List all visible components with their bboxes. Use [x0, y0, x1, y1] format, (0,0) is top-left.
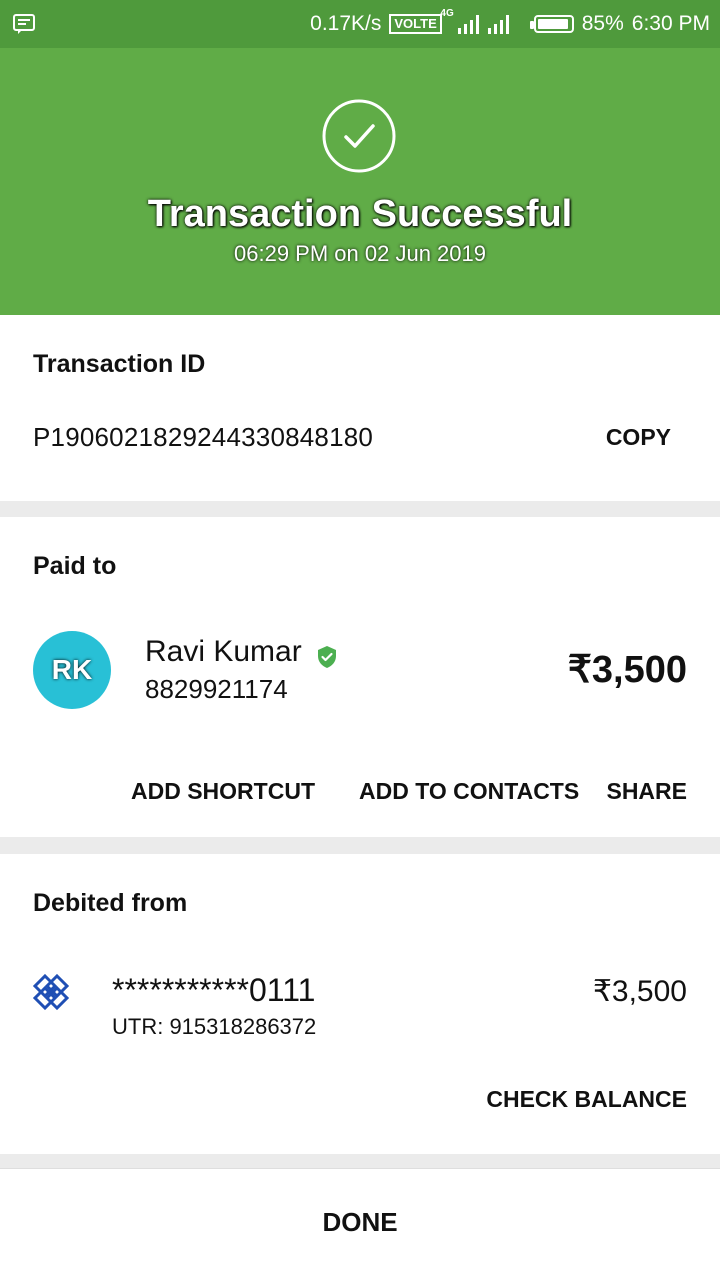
add-shortcut-button[interactable]: ADD SHORTCUT	[131, 778, 315, 805]
status-bar: 0.17K/s VOLTE 4G 85% 6:30 PM	[0, 0, 720, 48]
check-circle-icon	[322, 99, 396, 173]
volte-badge: VOLTE 4G	[389, 8, 454, 34]
verified-shield-icon	[318, 646, 336, 668]
net-speed: 0.17K/s	[310, 12, 382, 35]
transaction-id-card: Transaction ID P1906021829244330848180 C…	[0, 315, 720, 501]
debited-amount: ₹3,500	[592, 975, 687, 1008]
paid-to-label: Paid to	[33, 552, 117, 580]
share-button[interactable]: SHARE	[606, 778, 687, 805]
account-number: ***********0111	[112, 972, 316, 1008]
bank-logo-icon	[33, 973, 70, 1011]
network-type: 4G	[440, 8, 454, 19]
battery-icon	[529, 15, 574, 33]
avatar: RK	[33, 631, 111, 709]
debited-from-label: Debited from	[33, 889, 188, 917]
done-button[interactable]: DONE	[0, 1207, 720, 1238]
debited-from-card: Debited from ***********0111 UTR: 915318…	[0, 854, 720, 1154]
success-header: Transaction Successful 06:29 PM on 02 Ju…	[0, 48, 720, 315]
payee-name: Ravi Kumar	[145, 635, 302, 668]
signal-icon	[457, 15, 479, 34]
copy-button[interactable]: COPY	[606, 424, 671, 451]
transaction-id-value: P1906021829244330848180	[33, 422, 374, 452]
transaction-id-label: Transaction ID	[33, 350, 206, 378]
page-title: Transaction Successful	[147, 193, 573, 235]
add-to-contacts-button[interactable]: ADD TO CONTACTS	[359, 778, 579, 805]
message-icon	[13, 14, 35, 34]
transaction-datetime: 06:29 PM on 02 Jun 2019	[234, 241, 486, 266]
payee-phone: 8829921174	[145, 674, 288, 704]
battery-percent: 85%	[581, 12, 624, 35]
check-balance-button[interactable]: CHECK BALANCE	[486, 1086, 687, 1113]
clock: 6:30 PM	[631, 12, 710, 35]
paid-to-card: Paid to RK Ravi Kumar 8829921174 ₹3,500 …	[0, 517, 720, 837]
done-bar: DONE	[0, 1168, 720, 1281]
signal-icon-2	[487, 15, 509, 34]
paid-amount: ₹3,500	[567, 649, 687, 691]
utr-number: UTR: 915318286372	[112, 1014, 317, 1039]
